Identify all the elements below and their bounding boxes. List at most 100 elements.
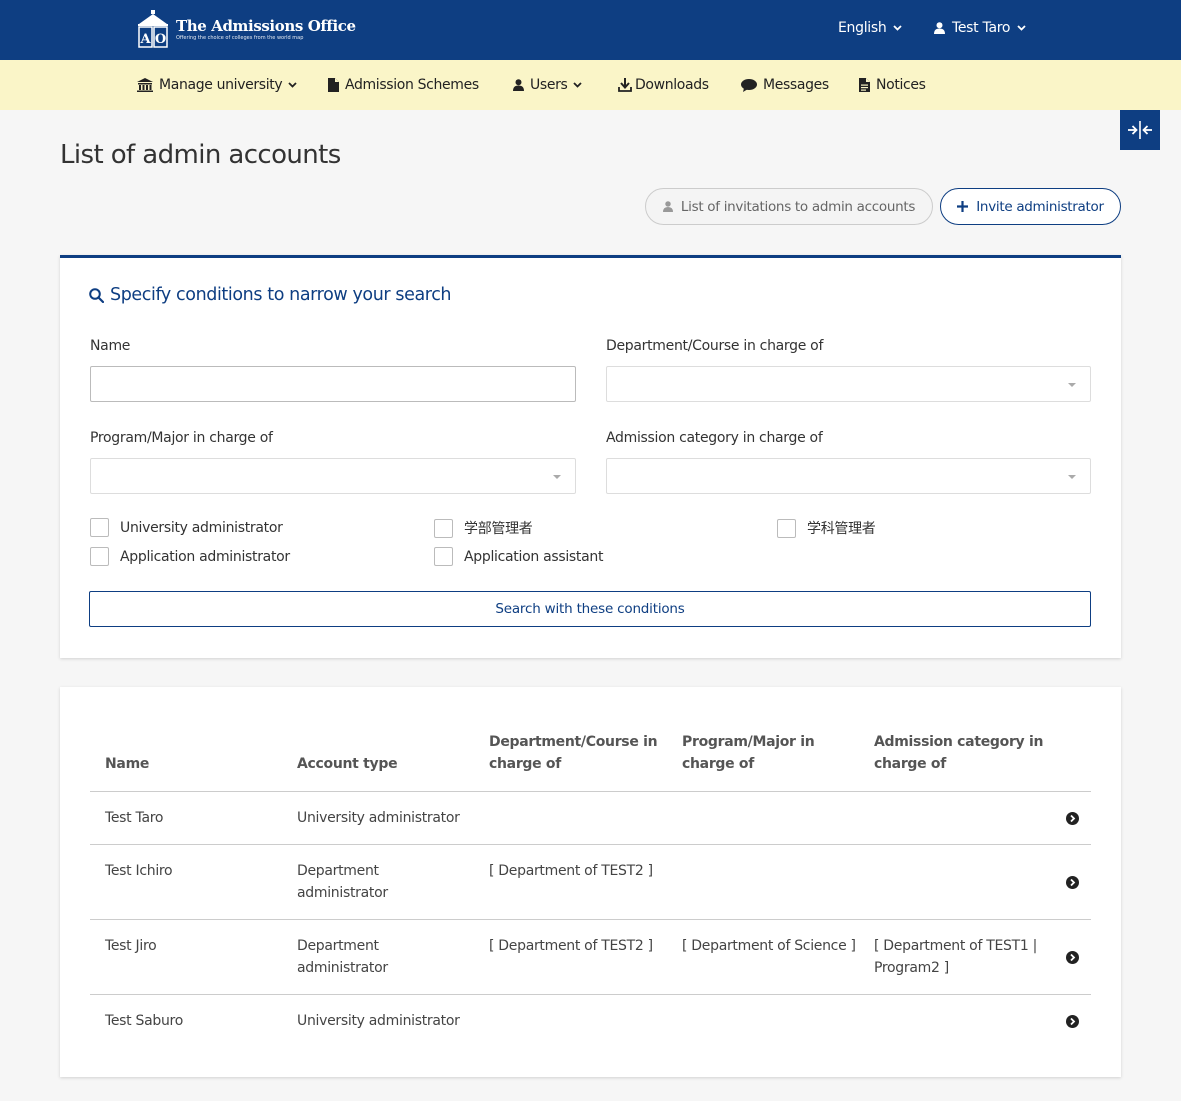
logo[interactable]: A O The Admissions Office Offering the c…	[137, 10, 356, 48]
logo-subtitle: Offering the choice of colleges from the…	[176, 34, 304, 41]
chevron-circle-right-icon[interactable]	[1066, 812, 1079, 825]
svg-text:O: O	[155, 32, 166, 47]
department-select[interactable]	[606, 366, 1091, 402]
checkbox-label: Application administrator	[120, 548, 290, 565]
chevron-down-icon	[288, 82, 297, 88]
nav-label: Users	[530, 77, 568, 93]
file-icon	[328, 78, 339, 92]
name-input[interactable]	[90, 366, 576, 402]
checkbox-university-administrator[interactable]: University administrator	[90, 518, 283, 537]
svg-text:A: A	[139, 32, 151, 47]
checkbox[interactable]	[434, 547, 453, 566]
cell-department: [ Department of TEST2 ]	[489, 938, 653, 954]
table-row[interactable]: Test Taro University administrator	[90, 792, 1091, 845]
checkbox[interactable]	[434, 518, 453, 538]
column-header-category: Admission category in charge of	[874, 734, 1044, 772]
checkbox-label: 学部管理者	[464, 521, 533, 537]
nav-manage-university[interactable]: Manage university	[137, 77, 297, 93]
column-header-department: Department/Course in charge of	[489, 734, 658, 772]
table-row[interactable]: Test Jiro Department administrator [ Dep…	[90, 920, 1091, 995]
checkbox-department-administrator[interactable]: 学科管理者	[777, 518, 876, 538]
checkbox-label: University administrator	[120, 519, 283, 536]
search-icon	[89, 287, 104, 303]
nav-users[interactable]: Users	[513, 77, 583, 93]
cell-account-type: University administrator	[297, 1013, 460, 1029]
nav-label: Notices	[876, 77, 926, 93]
checkbox[interactable]	[90, 518, 109, 537]
nav-admission-schemes[interactable]: Admission Schemes	[328, 77, 479, 93]
column-header-program: Program/Major in charge of	[682, 734, 815, 772]
cell-account-type: University administrator	[297, 810, 460, 826]
chevron-down-icon	[573, 82, 583, 88]
table-header: Name Account type Department/Course in c…	[90, 732, 1091, 792]
table-row[interactable]: Test Ichiro Department administrator [ D…	[90, 845, 1091, 920]
cell-program: [ Department of Science ]	[682, 938, 856, 954]
cell-name: Test Taro	[105, 810, 164, 826]
search-heading-text: Specify conditions to narrow your search	[110, 285, 452, 305]
page-title: List of admin accounts	[60, 140, 341, 170]
logo-title: The Admissions Office	[176, 16, 356, 35]
collapse-width-button[interactable]	[1120, 110, 1160, 150]
search-panel: Specify conditions to narrow your search…	[60, 255, 1121, 658]
university-icon	[137, 78, 153, 92]
user-icon	[513, 79, 524, 91]
main-nav: Manage university Admission Schemes User…	[0, 60, 1181, 110]
language-label: English	[838, 20, 887, 36]
nav-downloads[interactable]: Downloads	[618, 77, 709, 93]
plus-icon	[957, 201, 969, 212]
checkbox-label: 学科管理者	[807, 521, 876, 537]
nav-notices[interactable]: Notices	[859, 77, 926, 93]
compress-horizontal-icon	[1128, 121, 1152, 139]
cell-department: [ Department of TEST2 ]	[489, 863, 653, 879]
comment-icon	[741, 78, 757, 92]
name-label: Name	[90, 338, 131, 354]
program-label: Program/Major in charge of	[90, 430, 273, 446]
chevron-circle-right-icon[interactable]	[1066, 876, 1079, 889]
caret-down-icon	[553, 475, 561, 479]
user-name: Test Taro	[952, 20, 1011, 36]
checkbox[interactable]	[777, 518, 796, 538]
chevron-down-icon	[893, 25, 903, 31]
user-icon	[662, 201, 673, 212]
download-icon	[618, 78, 632, 92]
cell-name: Test Saburo	[105, 1013, 183, 1029]
top-header: A O The Admissions Office Offering the c…	[0, 0, 1181, 60]
invitations-list-label: List of invitations to admin accounts	[680, 198, 916, 215]
nav-label: Downloads	[635, 77, 709, 93]
department-label: Department/Course in charge of	[606, 338, 824, 354]
category-select[interactable]	[606, 458, 1091, 494]
checkbox-application-administrator[interactable]: Application administrator	[90, 547, 290, 566]
chevron-circle-right-icon[interactable]	[1066, 951, 1079, 964]
invite-administrator-button[interactable]: Invite administrator	[940, 188, 1121, 225]
search-submit-button[interactable]: Search with these conditions	[89, 591, 1091, 627]
results-panel: Name Account type Department/Course in c…	[60, 687, 1121, 1077]
user-icon	[934, 22, 945, 34]
nav-label: Manage university	[159, 77, 283, 93]
chevron-down-icon	[1017, 25, 1026, 31]
language-menu[interactable]: English	[838, 20, 903, 36]
cell-account-type: Department administrator	[297, 863, 388, 901]
nav-label: Messages	[763, 77, 829, 93]
program-select[interactable]	[90, 458, 576, 494]
checkbox-label: Application assistant	[464, 548, 604, 565]
user-menu[interactable]: Test Taro	[934, 20, 1026, 36]
chevron-circle-right-icon[interactable]	[1066, 1015, 1079, 1028]
invite-administrator-label: Invite administrator	[976, 198, 1104, 215]
caret-down-icon	[1068, 475, 1076, 479]
cell-name: Test Ichiro	[105, 863, 173, 879]
column-header-account-type: Account type	[297, 756, 398, 772]
checkbox-faculty-administrator[interactable]: 学部管理者	[434, 518, 533, 538]
checkbox[interactable]	[90, 547, 109, 566]
cell-name: Test Jiro	[105, 938, 157, 954]
search-heading: Specify conditions to narrow your search	[89, 285, 452, 305]
building-logo-icon: A O	[137, 10, 169, 48]
cell-account-type: Department administrator	[297, 938, 388, 976]
nav-messages[interactable]: Messages	[741, 77, 829, 93]
checkbox-application-assistant[interactable]: Application assistant	[434, 547, 603, 566]
category-label: Admission category in charge of	[606, 430, 823, 446]
column-header-name: Name	[105, 756, 150, 772]
table-row[interactable]: Test Saburo University administrator	[90, 995, 1091, 1049]
invitations-list-button[interactable]: List of invitations to admin accounts	[645, 188, 933, 225]
nav-label: Admission Schemes	[345, 77, 479, 93]
cell-category: [ Department of TEST1 | Program2 ]	[874, 938, 1038, 976]
